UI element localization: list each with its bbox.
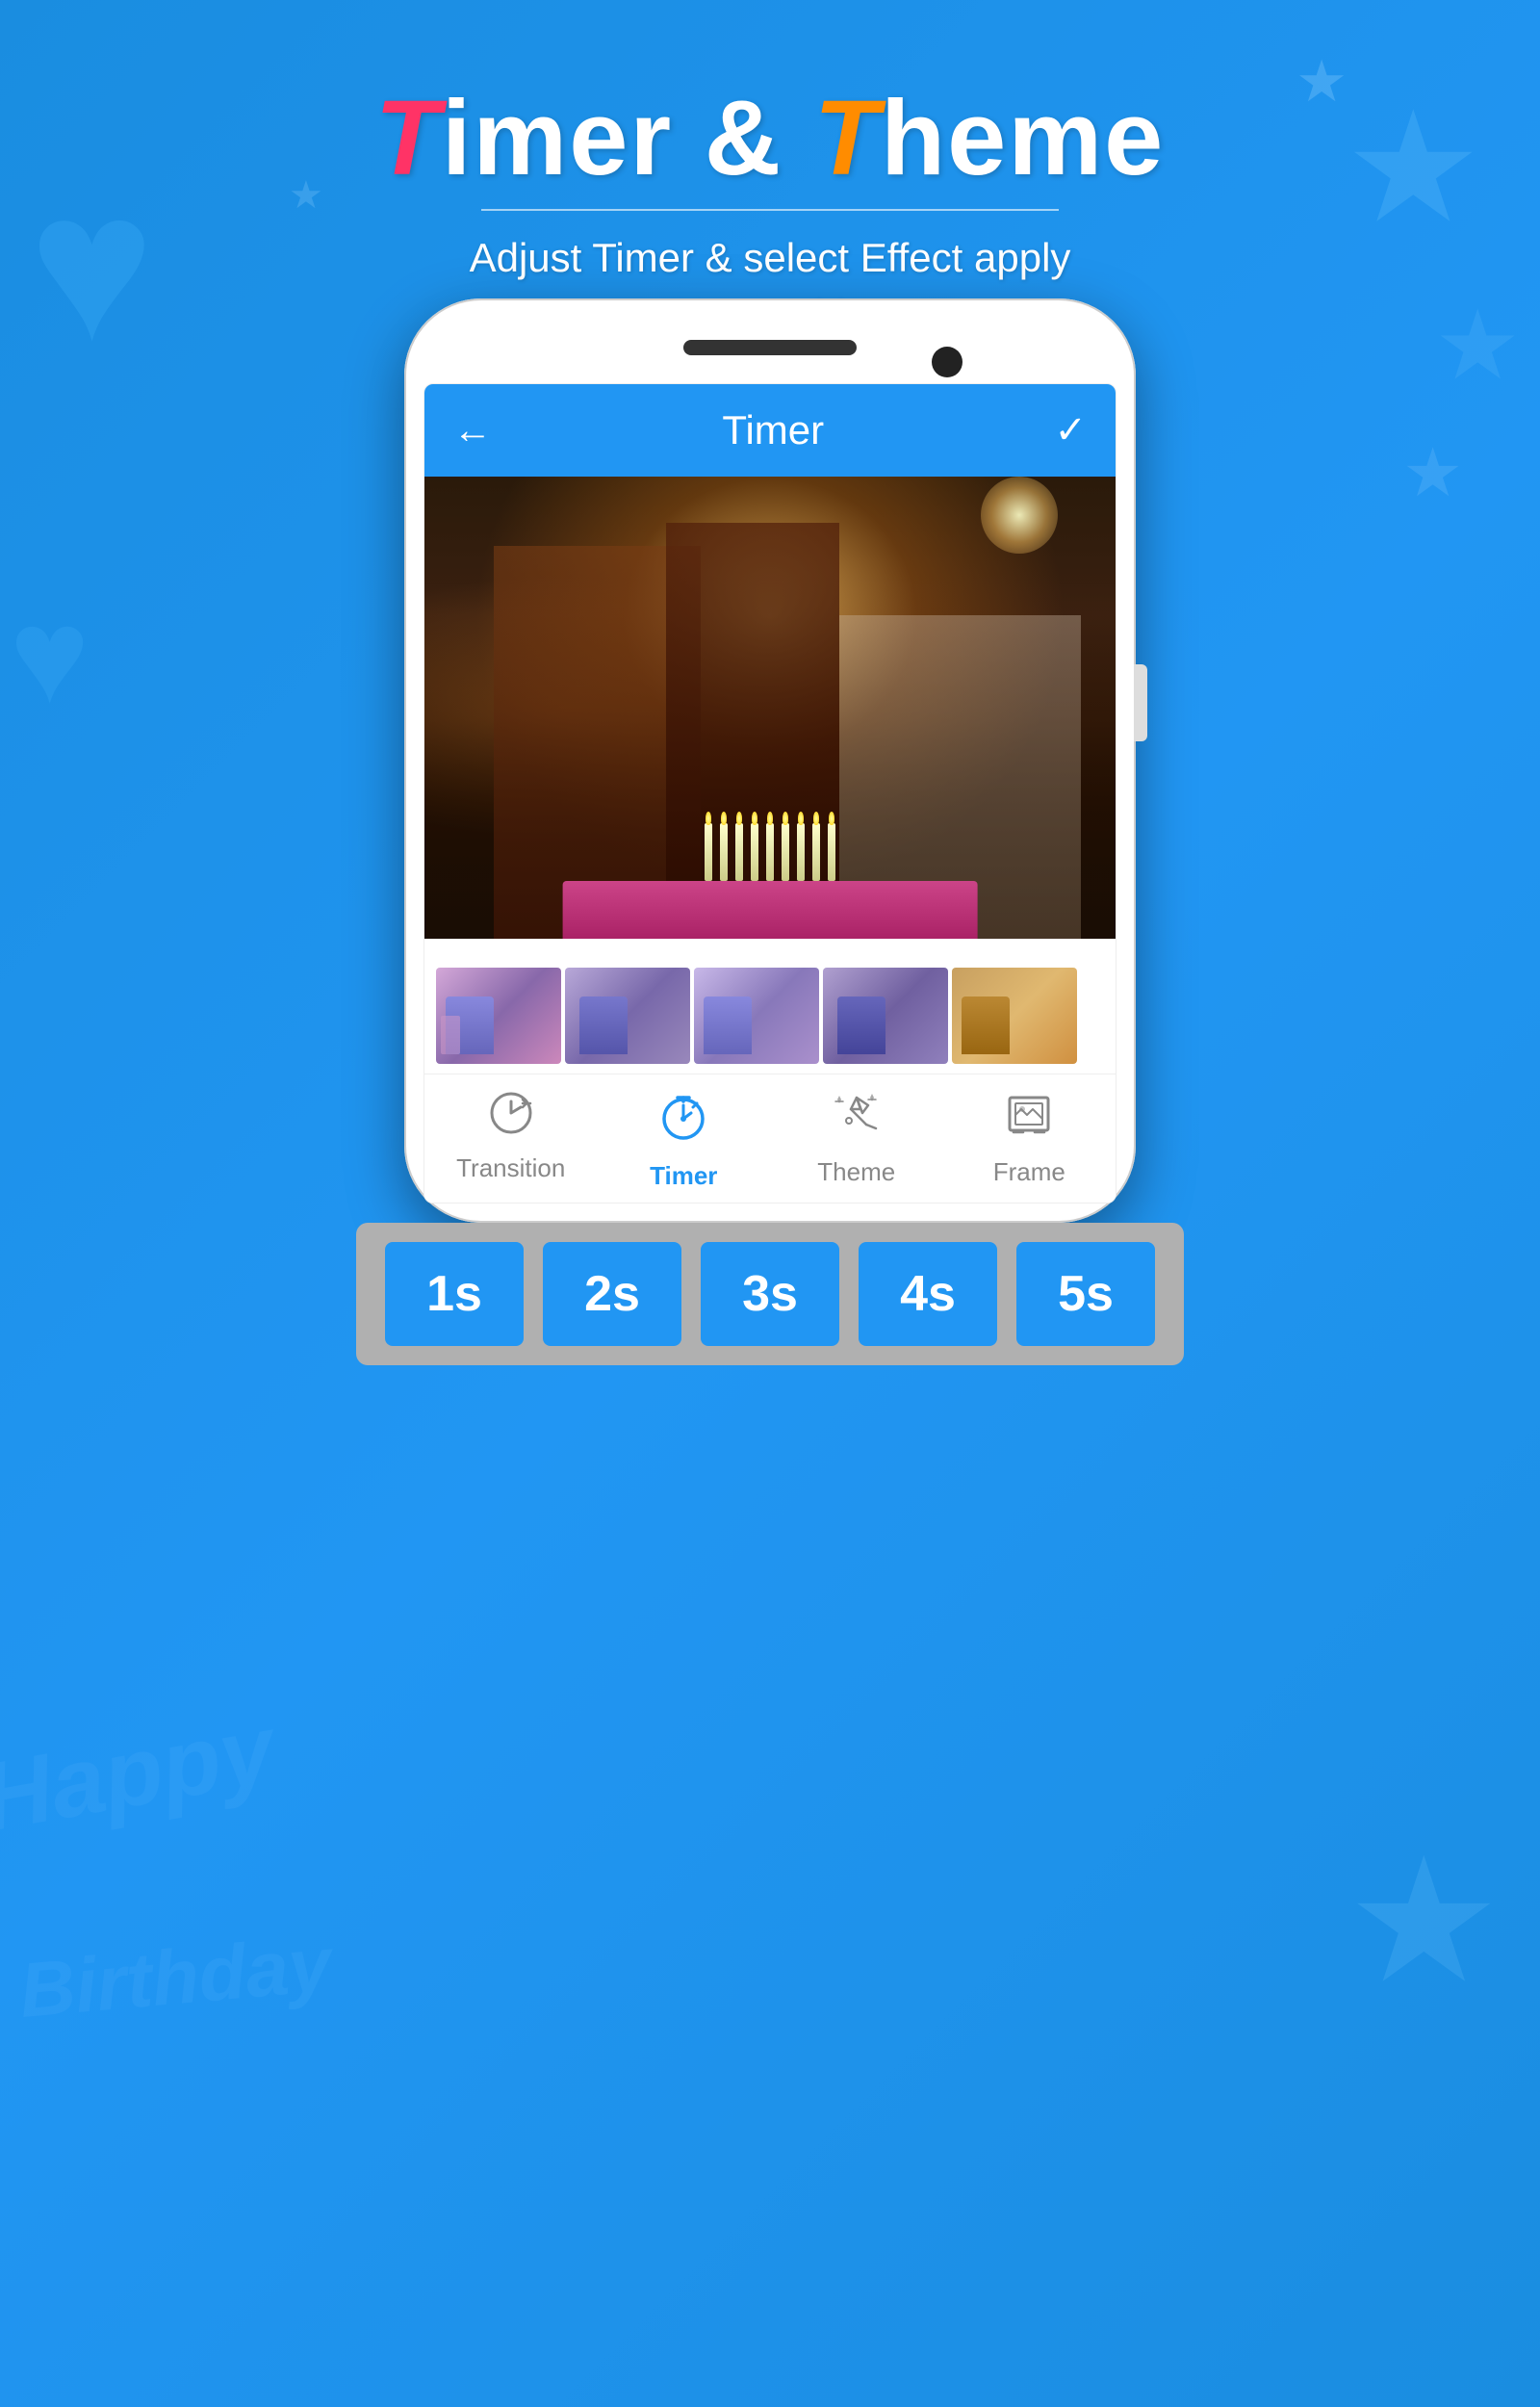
timer-buttons-section: 1s 2s 3s 4s 5s — [0, 1223, 1540, 1365]
candle-3 — [735, 823, 743, 881]
app-bar: ← Timer ✓ — [424, 384, 1116, 477]
candle-1 — [705, 823, 712, 881]
deco-text-2: Birthday — [16, 1920, 335, 2035]
app-bar-title: Timer — [492, 407, 1054, 453]
thumbnail-1[interactable] — [436, 968, 561, 1064]
transition-icon — [488, 1090, 534, 1148]
thumb-image-3 — [694, 968, 819, 1064]
timer-btn-4s[interactable]: 4s — [859, 1242, 997, 1346]
timer-btn-2s[interactable]: 2s — [543, 1242, 681, 1346]
below-photo-area — [424, 939, 1116, 958]
candle-5 — [766, 823, 774, 881]
timer-buttons-bar: 1s 2s 3s 4s 5s — [356, 1223, 1184, 1365]
photo-area — [424, 477, 1116, 939]
thumbnail-5[interactable] — [952, 968, 1077, 1064]
thumbnail-strip — [424, 958, 1116, 1074]
deco-star-small-3: ★ — [1402, 433, 1463, 512]
bottom-nav: Transition — [424, 1074, 1116, 1203]
title-divider — [481, 209, 1059, 211]
ceiling-light — [981, 477, 1058, 554]
nav-item-theme[interactable]: Theme — [770, 1090, 943, 1191]
deco-text-1: Happy — [0, 1694, 282, 1853]
title-letter-T2: T — [814, 79, 881, 197]
thumb-image-4 — [823, 968, 948, 1064]
back-button[interactable]: ← — [453, 409, 492, 453]
transition-label: Transition — [456, 1153, 565, 1183]
timer-icon — [656, 1090, 710, 1155]
theme-icon — [832, 1090, 882, 1152]
thumbnail-2[interactable] — [565, 968, 690, 1064]
candle-8 — [812, 823, 820, 881]
candle-group — [705, 823, 835, 881]
deco-star-3: ★ — [1347, 1821, 1502, 2022]
cake — [563, 881, 978, 939]
deco-heart-2: ♥ — [10, 578, 90, 734]
thumb-image-1 — [436, 968, 561, 1064]
timer-label: Timer — [650, 1161, 717, 1191]
timer-btn-3s[interactable]: 3s — [701, 1242, 839, 1346]
thumb-image-2 — [565, 968, 690, 1064]
nav-item-transition[interactable]: Transition — [424, 1090, 598, 1191]
theme-label: Theme — [817, 1157, 895, 1187]
frame-icon — [1004, 1090, 1054, 1152]
phone-mockup: ← Timer ✓ — [404, 298, 1136, 1223]
thumb-image-5 — [952, 968, 1077, 1064]
thumbnail-3[interactable] — [694, 968, 819, 1064]
phone-screen: ← Timer ✓ — [424, 383, 1116, 1204]
confirm-button[interactable]: ✓ — [1054, 408, 1087, 453]
candle-2 — [720, 823, 728, 881]
main-title: Timer & Theme — [0, 77, 1540, 199]
phone-speaker — [683, 340, 857, 355]
candle-7 — [797, 823, 805, 881]
candle-4 — [751, 823, 758, 881]
title-letter-T1: T — [375, 79, 442, 197]
candle-6 — [782, 823, 789, 881]
timer-btn-5s[interactable]: 5s — [1016, 1242, 1155, 1346]
phone-outer-shell: ← Timer ✓ — [404, 298, 1136, 1223]
nav-item-timer[interactable]: Timer — [598, 1090, 771, 1191]
candle-9 — [828, 823, 835, 881]
frame-label: Frame — [993, 1157, 1065, 1187]
thumbnail-4[interactable] — [823, 968, 948, 1064]
phone-side-button — [1134, 664, 1147, 741]
phone-camera — [932, 347, 962, 377]
nav-item-frame[interactable]: Frame — [943, 1090, 1116, 1191]
timer-btn-1s[interactable]: 1s — [385, 1242, 524, 1346]
photo-background — [424, 477, 1116, 939]
